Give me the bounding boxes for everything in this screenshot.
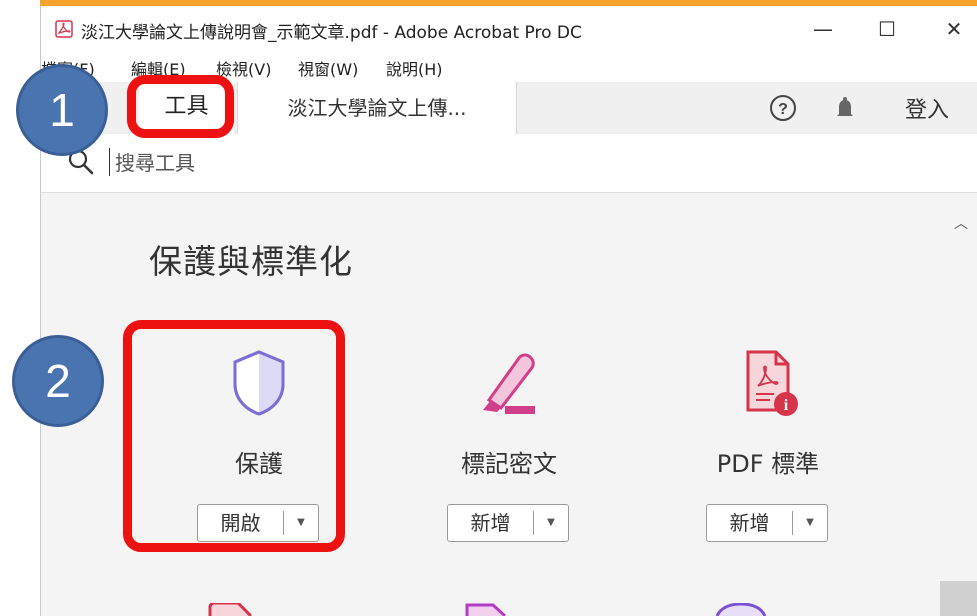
sign-in-link[interactable]: 登入 — [905, 92, 949, 124]
menu-help[interactable]: 說明(H) — [386, 56, 443, 80]
svg-text:i: i — [784, 397, 789, 414]
highlight-box-tools — [127, 75, 234, 138]
chevron-up-icon[interactable]: ︿ — [954, 213, 968, 233]
tool-label-redact: 標記密文 — [461, 450, 557, 478]
add-pdf-standards-button[interactable]: 新增 ▼ — [706, 504, 828, 542]
tool-redact[interactable]: 標記密文 新增 ▼ — [409, 348, 609, 558]
minimize-button[interactable]: — — [803, 12, 843, 46]
scrollbar-thumb[interactable] — [940, 581, 977, 616]
search-bar — [41, 134, 977, 193]
tab-document[interactable]: 淡江大學論文上傳... — [237, 82, 517, 134]
scrollbar[interactable]: ︿ — [940, 193, 977, 616]
menu-window[interactable]: 視窗(W) — [298, 56, 358, 80]
bell-icon[interactable] — [831, 94, 859, 122]
maximize-button[interactable]: ☐ — [867, 12, 907, 46]
add-button-label: 新增 — [470, 511, 511, 535]
redact-marker-icon — [483, 353, 535, 414]
dropdown-arrow-icon[interactable]: ▼ — [534, 505, 568, 541]
acrobat-app-icon — [55, 20, 73, 38]
next-tool-circle-icon — [715, 603, 767, 616]
search-tools-input[interactable] — [113, 146, 517, 180]
step-badge-1: 1 — [16, 64, 108, 156]
tool-pdf-standards[interactable]: i PDF 標準 新增 ▼ — [668, 348, 868, 558]
pdf-standards-icon: i — [746, 350, 798, 416]
text-cursor — [109, 148, 110, 176]
next-tool-file-icon — [465, 603, 507, 616]
section-title: 保護與標準化 — [149, 242, 353, 281]
question-circle-icon[interactable]: ? — [769, 94, 797, 122]
next-tool-pdf-icon — [208, 603, 252, 616]
title-bar: 淡江大學論文上傳說明會_示範文章.pdf - Adobe Acrobat Pro… — [41, 6, 977, 52]
close-button[interactable]: ✕ — [934, 12, 974, 46]
add-redact-button[interactable]: 新增 ▼ — [447, 504, 569, 542]
tool-label-pdf-standards: PDF 標準 — [716, 450, 820, 478]
window-title: 淡江大學論文上傳說明會_示範文章.pdf - Adobe Acrobat Pro… — [81, 23, 582, 43]
step-badge-2: 2 — [12, 335, 104, 427]
add-button-label: 新增 — [729, 511, 770, 535]
svg-text:?: ? — [778, 101, 788, 118]
dropdown-arrow-icon[interactable]: ▼ — [793, 505, 827, 541]
highlight-box-protect — [123, 320, 345, 552]
